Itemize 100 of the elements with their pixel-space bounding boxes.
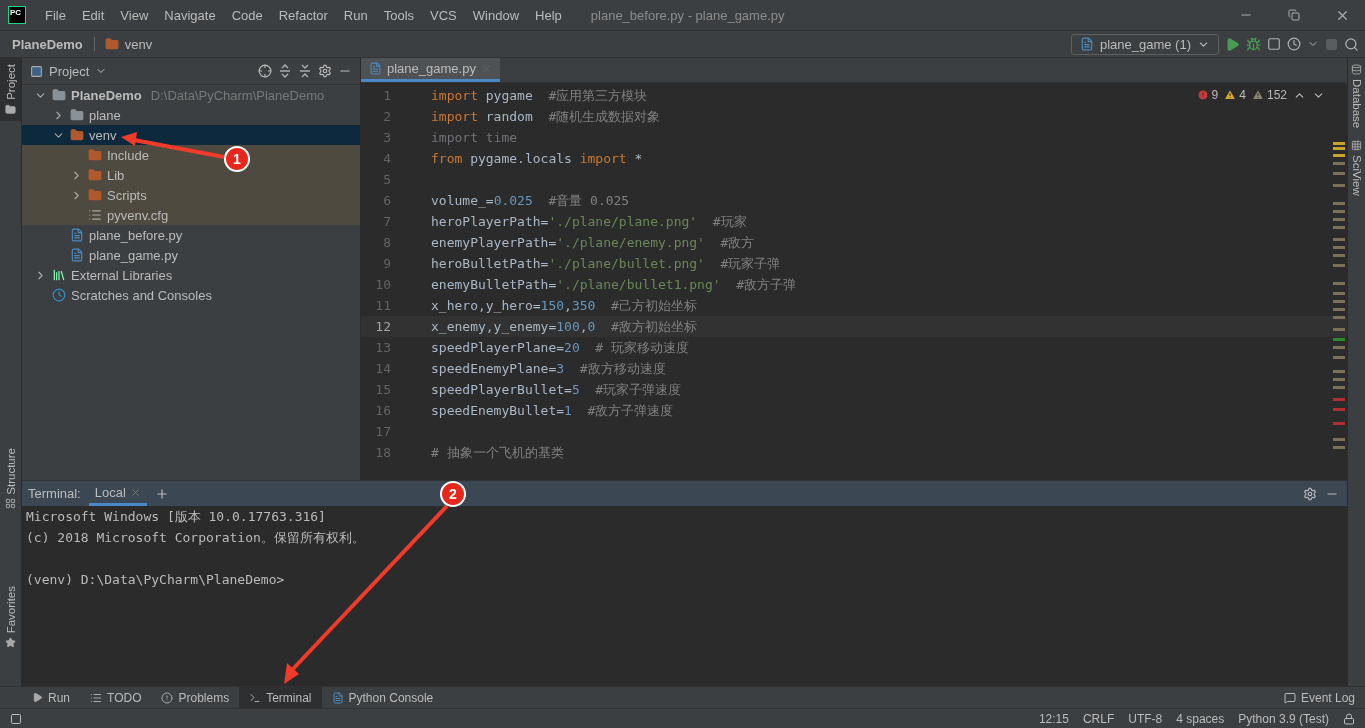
line-number: 13 <box>374 340 391 355</box>
terminal-label: Terminal: <box>28 486 81 501</box>
line-number: 10 <box>374 277 391 292</box>
error-count[interactable]: 9 <box>1196 88 1219 102</box>
tree-item[interactable]: PlaneDemo D:\Data\PyCharm\PlaneDemo <box>22 85 360 105</box>
structure-icon <box>5 498 16 510</box>
tree-item[interactable]: Lib <box>22 165 360 185</box>
expand-all-icon[interactable] <box>278 64 292 78</box>
session-tab[interactable]: Local <box>88 481 147 506</box>
tree-item[interactable]: pyvenv.cfg <box>22 205 360 225</box>
app-logo: PC <box>8 6 26 24</box>
terminal-icon <box>249 691 262 704</box>
tool-window-tab[interactable]: SciView <box>1348 134 1365 202</box>
tree-item[interactable]: plane_before.py <box>22 225 360 245</box>
collapse-all-icon[interactable] <box>298 64 312 78</box>
settings-icon[interactable] <box>1303 486 1317 501</box>
tool-tab[interactable]: TODO <box>80 687 152 708</box>
menu-item[interactable]: Code <box>224 7 270 23</box>
line-number: 6 <box>382 193 391 208</box>
code-line: speedPlayerPlane=20 # 玩家移动速度 <box>431 338 689 357</box>
menu-item[interactable]: Tools <box>376 7 422 23</box>
folder-icon <box>88 168 102 182</box>
terminal-output: Microsoft Windows [版本 10.0.17763.316] <box>26 507 326 526</box>
panel-icon <box>30 64 43 78</box>
line-number: 18 <box>374 445 391 460</box>
tool-window-tab[interactable]: Structure <box>0 441 21 516</box>
folder-icon <box>70 128 84 142</box>
menu-item[interactable]: File <box>38 7 73 23</box>
tool-window-tab[interactable]: Project <box>0 58 21 121</box>
tree-item[interactable]: plane_game.py <box>22 245 360 265</box>
line-number: 15 <box>374 382 391 397</box>
status-item[interactable]: CRLF <box>1082 711 1115 726</box>
text-file-icon <box>88 208 102 222</box>
tool-tab[interactable]: Terminal <box>239 687 322 708</box>
bug-icon[interactable] <box>1246 36 1261 52</box>
add-icon[interactable] <box>154 486 169 501</box>
run-icon[interactable] <box>1225 36 1240 52</box>
menu-item[interactable]: Help <box>528 7 569 23</box>
star-icon <box>5 636 16 648</box>
terminal-output: (c) 2018 Microsoft Corporation。保留所有权利。 <box>26 528 365 547</box>
run-config-dropdown[interactable]: plane_game (1) <box>1070 33 1219 55</box>
warning-count[interactable]: 4 <box>1224 88 1246 102</box>
tool-tab[interactable]: Problems <box>151 687 240 708</box>
status-item[interactable]: 12:15 <box>1038 711 1069 726</box>
line-number: 4 <box>382 151 391 166</box>
code-line: enemyPlayerPath='./plane/enemy.png' #敌方 <box>431 233 755 252</box>
folder-icon <box>88 188 102 202</box>
tool-tab[interactable]: Run <box>22 687 80 708</box>
layout-icon[interactable] <box>10 712 22 725</box>
code-line: speedPlayerBullet=5 #玩家子弹速度 <box>431 380 682 399</box>
breadcrumb-item[interactable]: PlaneDemo <box>12 36 83 52</box>
list-icon <box>90 691 102 704</box>
breadcrumb-item[interactable]: venv <box>124 36 153 52</box>
line-number: 12 <box>374 319 391 334</box>
menu-item[interactable]: VCS <box>423 7 464 23</box>
code-line: import random #随机生成数据对象 <box>431 107 661 126</box>
line-number: 1 <box>382 88 391 103</box>
line-number: 11 <box>374 298 391 313</box>
line-number: 2 <box>382 109 391 124</box>
locate-icon[interactable] <box>258 64 272 78</box>
menu-item[interactable]: Edit <box>74 7 112 23</box>
panel-title[interactable]: Project <box>49 63 90 79</box>
tree-item[interactable]: External Libraries <box>22 265 360 285</box>
close-icon[interactable] <box>129 486 141 498</box>
code-line: import pygame #应用第三方模块 <box>431 86 648 105</box>
status-item[interactable]: Python 3.9 (Test) <box>1238 711 1329 726</box>
tree-item[interactable]: venv <box>22 125 360 145</box>
menu-item[interactable]: Navigate <box>157 7 223 23</box>
status-item[interactable]: 4 spaces <box>1176 711 1225 726</box>
editor-tab[interactable]: plane_game.py <box>361 58 500 82</box>
folder-icon <box>88 148 102 162</box>
lock-icon[interactable] <box>1343 712 1355 725</box>
python-file-icon <box>369 62 382 75</box>
code-line: x_hero,y_hero=150,350 #己方初始坐标 <box>431 296 697 315</box>
line-number: 7 <box>382 214 391 229</box>
python-file-icon <box>70 248 84 262</box>
tool-window-tab[interactable]: Favorites <box>0 579 21 654</box>
menu-item[interactable]: View <box>113 7 156 23</box>
tree-item[interactable]: Scratches and Consoles <box>22 285 360 305</box>
tool-tab[interactable]: Python Console <box>321 687 444 708</box>
tree-item[interactable]: plane <box>22 105 360 125</box>
terminal-output: (venv) D:\Data\PyCharm\PlaneDemo> <box>26 572 285 587</box>
menu-item[interactable]: Run <box>336 7 375 23</box>
code-line: import time <box>431 130 518 145</box>
grid-icon <box>1351 140 1362 152</box>
folder-icon <box>104 37 119 51</box>
tool-window-tab[interactable]: Database <box>1348 58 1365 135</box>
error-icon <box>1196 89 1209 101</box>
search-icon[interactable] <box>1344 36 1359 52</box>
tree-item[interactable]: Scripts <box>22 185 360 205</box>
menu-item[interactable]: Refactor <box>271 7 335 23</box>
warning-icon <box>1251 89 1264 101</box>
code-line: x_enemy,y_enemy=100,0 #敌方初始坐标 <box>431 317 697 336</box>
event-log-tab[interactable]: Event Log <box>1273 687 1365 708</box>
python-file-icon <box>70 228 84 242</box>
settings-icon[interactable] <box>318 64 332 78</box>
status-item[interactable]: UTF-8 <box>1128 711 1163 726</box>
folder-icon <box>70 108 84 122</box>
menu-item[interactable]: Window <box>465 7 527 23</box>
weak-warning-count[interactable]: 152 <box>1251 88 1287 102</box>
